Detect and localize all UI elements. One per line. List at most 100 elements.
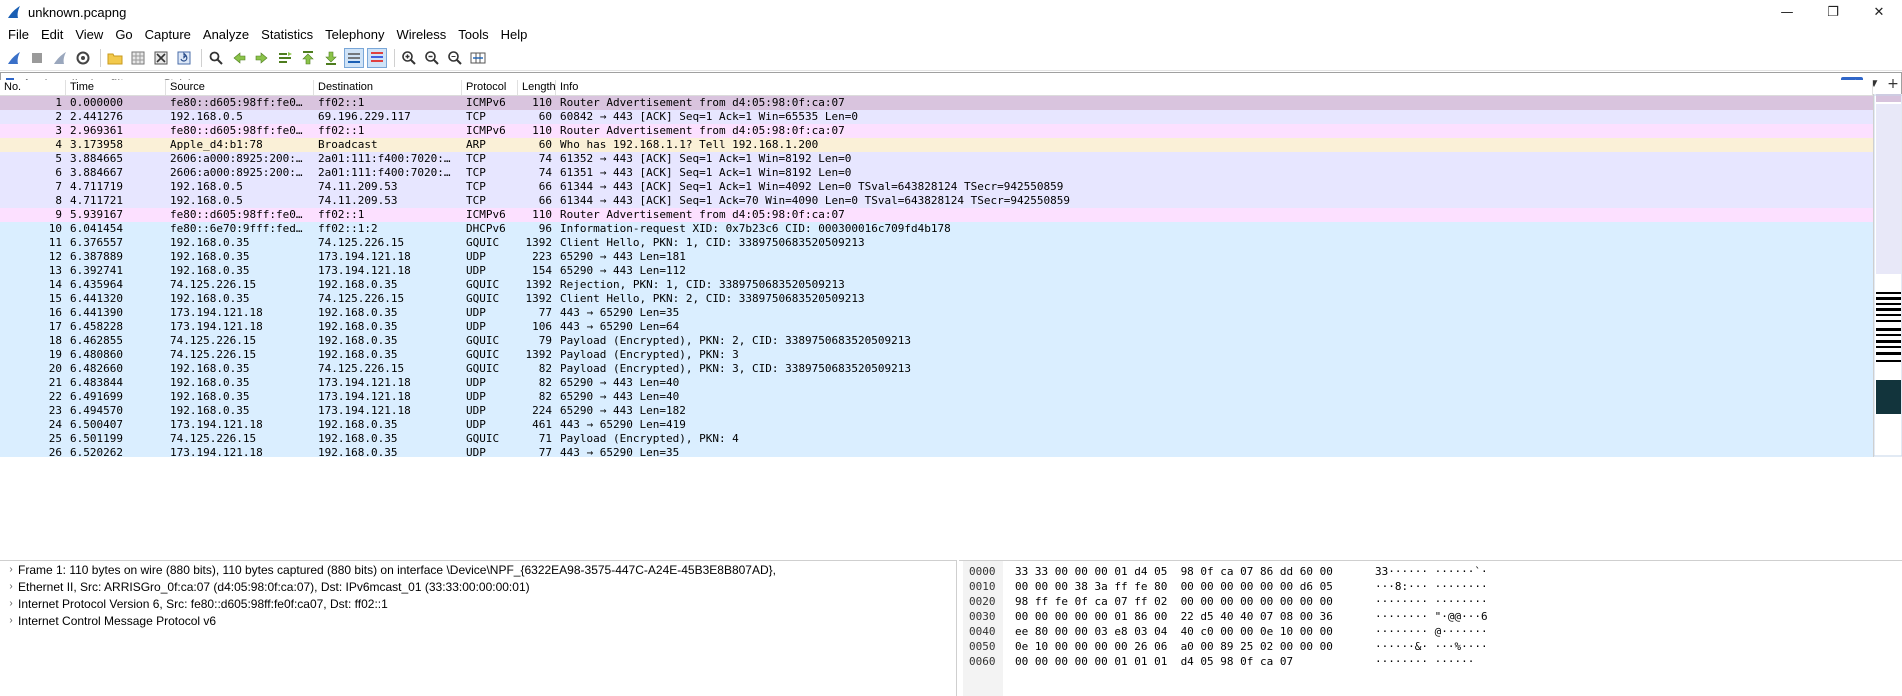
maximize-button[interactable]: ❐: [1810, 0, 1856, 24]
add-filter-button[interactable]: +: [1885, 76, 1901, 92]
colorize-button[interactable]: [367, 48, 387, 68]
table-row[interactable]: 5 3.884665 2606:a000:8925:200:… 2a01:111:f4…: [0, 152, 1873, 166]
menu-help[interactable]: Help: [495, 24, 534, 46]
table-row[interactable]: 19 6.480860 74.125.226.15 192.168.0.35 GQUIC…: [0, 348, 1873, 362]
table-row[interactable]: 13 6.392741 192.168.0.35 173.194.121.18 UDP 1…: [0, 264, 1873, 278]
column-header-no[interactable]: No.: [0, 80, 66, 95]
table-row[interactable]: 23 6.494570 192.168.0.35 173.194.121.18 UDP 2…: [0, 404, 1873, 418]
table-row[interactable]: 1 0.000000 fe80::d605:98ff:fe0… ff02::1 ICMP…: [0, 96, 1873, 110]
menu-statistics[interactable]: Statistics: [255, 24, 319, 46]
go-back-button[interactable]: [229, 48, 249, 68]
menu-capture[interactable]: Capture: [139, 24, 197, 46]
detail-row-ethernet[interactable]: › Ethernet II, Src: ARRISGro_0f:ca:07 (d4…: [0, 578, 956, 595]
table-row[interactable]: 9 5.939167 fe80::d605:98ff:fe0… ff02::1 ICMP…: [0, 208, 1873, 222]
table-row[interactable]: 15 6.441320 192.168.0.35 74.125.226.15 GQUIC…: [0, 292, 1873, 306]
table-row[interactable]: 18 6.462855 74.125.226.15 192.168.0.35 GQUIC…: [0, 334, 1873, 348]
table-row[interactable]: 7 4.711719 192.168.0.5 74.11.209.53 TCP 66 613…: [0, 180, 1873, 194]
minimize-button[interactable]: —: [1764, 0, 1810, 24]
cell-protocol: UDP: [466, 306, 486, 319]
column-header-info[interactable]: Info: [556, 80, 1873, 95]
reload-file-button[interactable]: [174, 48, 194, 68]
zoom-reset-icon: [448, 51, 462, 65]
table-row[interactable]: 11 6.376557 192.168.0.35 74.125.226.15 GQUIC…: [0, 236, 1873, 250]
menu-bar: File Edit View Go Capture Analyze Statis…: [0, 24, 1902, 46]
detail-row-ipv6[interactable]: › Internet Protocol Version 6, Src: fe80:…: [0, 595, 956, 612]
zoom-in-button[interactable]: [399, 48, 419, 68]
byte-row[interactable]: 0030 00 00 00 00 00 01 86 00 22 d5 40 40 …: [959, 609, 1902, 624]
go-forward-button[interactable]: [252, 48, 272, 68]
cell-length: 110: [532, 208, 552, 221]
column-header-protocol[interactable]: Protocol: [462, 80, 518, 95]
table-row[interactable]: 17 6.458228 173.194.121.18 192.168.0.35 UDP 1…: [0, 320, 1873, 334]
arrow-right-icon: [255, 52, 268, 64]
table-row[interactable]: 3 2.969361 fe80::d605:98ff:fe0… ff02::1 ICMP…: [0, 124, 1873, 138]
column-header-source[interactable]: Source: [166, 80, 314, 95]
start-capture-button[interactable]: [4, 48, 24, 68]
title-bar: unknown.pcapng — ❐ ✕: [0, 0, 1902, 24]
menu-telephony[interactable]: Telephony: [319, 24, 390, 46]
cell-length: 82: [538, 362, 552, 375]
menu-analyze[interactable]: Analyze: [197, 24, 255, 46]
packet-list-minimap-scrollbar[interactable]: [1873, 94, 1902, 457]
cell-no: 23: [48, 404, 62, 417]
table-row[interactable]: 6 3.884667 2606:a000:8925:200:… 2a01:111:f4…: [0, 166, 1873, 180]
byte-row[interactable]: 0010 00 00 00 38 3a ff fe 80 00 00 00 00 …: [959, 579, 1902, 594]
table-row[interactable]: 2 2.441276 192.168.0.5 69.196.229.117 TCP 60 6…: [0, 110, 1873, 124]
zoom-out-button[interactable]: [422, 48, 442, 68]
menu-go[interactable]: Go: [109, 24, 138, 46]
autoscroll-button[interactable]: [344, 48, 364, 68]
cell-source: 173.194.121.18: [170, 418, 263, 431]
cell-source: 192.168.0.35: [170, 236, 250, 249]
table-row[interactable]: 26 6.520262 173.194.121.18 192.168.0.35 UDP 7…: [0, 446, 1873, 457]
column-header-destination[interactable]: Destination: [314, 80, 462, 95]
cell-protocol: GQUIC: [466, 432, 500, 445]
cell-time: 6.501199: [70, 432, 123, 445]
resize-columns-button[interactable]: [468, 48, 488, 68]
stop-capture-button[interactable]: [27, 48, 47, 68]
table-row[interactable]: 20 6.482660 192.168.0.35 74.125.226.15 GQUIC…: [0, 362, 1873, 376]
table-row[interactable]: 16 6.441390 173.194.121.18 192.168.0.35 UDP 7…: [0, 306, 1873, 320]
menu-wireless[interactable]: Wireless: [390, 24, 452, 46]
zoom-reset-button[interactable]: [445, 48, 465, 68]
table-row[interactable]: 14 6.435964 74.125.226.15 192.168.0.35 GQUIC…: [0, 278, 1873, 292]
menu-view[interactable]: View: [69, 24, 109, 46]
menu-file[interactable]: File: [2, 24, 35, 46]
cell-length: 1392: [525, 278, 553, 291]
byte-row[interactable]: 0060 00 00 00 00 00 01 01 01 d4 05 98 0f …: [959, 654, 1902, 669]
column-header-time[interactable]: Time: [66, 80, 166, 95]
go-last-button[interactable]: [321, 48, 341, 68]
cell-source: 173.194.121.18: [170, 446, 263, 457]
table-row[interactable]: 24 6.500407 173.194.121.18 192.168.0.35 UDP 4…: [0, 418, 1873, 432]
cell-destination: 192.168.0.35: [318, 432, 398, 445]
close-button[interactable]: ✕: [1856, 0, 1902, 24]
byte-row[interactable]: 0020 98 ff fe 0f ca 07 ff 02 00 00 00 00 …: [959, 594, 1902, 609]
go-first-button[interactable]: [298, 48, 318, 68]
cell-no: 17: [48, 320, 62, 333]
save-file-button[interactable]: [128, 48, 148, 68]
open-file-button[interactable]: [105, 48, 125, 68]
restart-capture-button[interactable]: [50, 48, 70, 68]
cell-length: 77: [538, 446, 552, 457]
cell-destination: 74.125.226.15: [318, 236, 405, 249]
capture-options-button[interactable]: [73, 48, 93, 68]
table-row[interactable]: 8 4.711721 192.168.0.5 74.11.209.53 TCP 66 613…: [0, 194, 1873, 208]
detail-row-frame[interactable]: › Frame 1: 110 bytes on wire (880 bits), …: [0, 561, 956, 578]
table-row[interactable]: 12 6.387889 192.168.0.35 173.194.121.18 UDP 2…: [0, 250, 1873, 264]
byte-row[interactable]: 0040 ee 80 00 00 03 e8 03 04 40 c0 00 00 …: [959, 624, 1902, 639]
table-row[interactable]: 21 6.483844 192.168.0.35 173.194.121.18 UDP 8…: [0, 376, 1873, 390]
close-file-button[interactable]: [151, 48, 171, 68]
table-row[interactable]: 10 6.041454 fe80::6e70:9fff:fed… ff02::1:2 D…: [0, 222, 1873, 236]
byte-row[interactable]: 0050 0e 10 00 00 00 00 26 06 a0 00 89 25 …: [959, 639, 1902, 654]
menu-tools[interactable]: Tools: [452, 24, 494, 46]
go-to-packet-button[interactable]: [275, 48, 295, 68]
find-packet-button[interactable]: [206, 48, 226, 68]
table-row[interactable]: 4 3.173958 Apple_d4:b1:78 Broadcast ARP 60 Who…: [0, 138, 1873, 152]
cell-protocol: UDP: [466, 404, 486, 417]
detail-row-icmpv6[interactable]: › Internet Control Message Protocol v6: [0, 612, 956, 629]
column-header-length[interactable]: Length: [518, 80, 556, 95]
table-row[interactable]: 25 6.501199 74.125.226.15 192.168.0.35 GQUIC…: [0, 432, 1873, 446]
table-row[interactable]: 22 6.491699 192.168.0.35 173.194.121.18 UDP 8…: [0, 390, 1873, 404]
byte-row[interactable]: 0000 33 33 00 00 00 01 d4 05 98 0f ca 07 …: [959, 564, 1902, 579]
menu-edit[interactable]: Edit: [35, 24, 69, 46]
plus-icon: +: [1887, 75, 1899, 92]
